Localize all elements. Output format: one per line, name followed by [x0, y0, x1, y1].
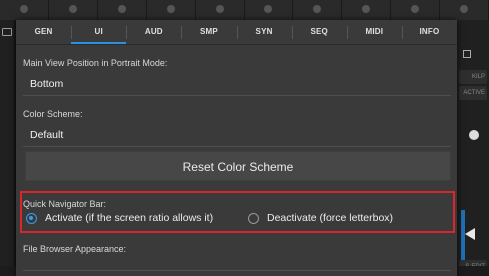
toolbar-cell [49, 0, 98, 20]
toolbar-cell [440, 0, 489, 20]
folder-icon [2, 28, 12, 36]
toolbar-cell [293, 0, 343, 20]
tab-syn[interactable]: SYN [236, 20, 292, 44]
color-scheme-label: Color Scheme: [23, 109, 83, 119]
background-toolbar [0, 0, 489, 20]
tab-aud[interactable]: AUD [126, 20, 181, 44]
reset-color-scheme-button[interactable]: Reset Color Scheme [25, 151, 451, 181]
checkbox-icon [463, 50, 471, 58]
tab-seq[interactable]: SEQ [291, 20, 347, 44]
toolbar-cell [342, 0, 392, 20]
preferences-dialog: GEN UI AUD SMP SYN SEQ MIDI INFO Main Vi… [16, 20, 457, 276]
deactivate-radio-label: Deactivate (force letterbox) [267, 212, 394, 224]
toolbar-cell [391, 0, 441, 20]
kilp-button: KILP [459, 70, 487, 84]
tab-gen[interactable]: GEN [16, 20, 71, 44]
main-view-position-label: Main View Position in Portrait Mode: [23, 58, 168, 68]
tab-bar: GEN UI AUD SMP SYN SEQ MIDI INFO [16, 20, 457, 45]
background-right-panel: KILP ACTIVE S-EDIT [457, 20, 489, 276]
main-view-position-select[interactable]: Bottom [23, 78, 451, 96]
quick-navigator-radio-group: Activate (if the screen ratio allows it)… [26, 212, 446, 228]
active-button: ACTIVE [459, 86, 487, 100]
toolbar-cell [147, 0, 196, 20]
slider-thumb-icon [465, 228, 475, 240]
tab-smp[interactable]: SMP [181, 20, 236, 44]
radio-unchecked-icon [248, 212, 259, 224]
radio-checked-icon [26, 212, 37, 224]
toolbar-cell [245, 0, 294, 20]
knob-icon [469, 130, 479, 140]
toolbar-cell [98, 0, 147, 20]
activate-radio[interactable]: Activate (if the screen ratio allows it) [26, 212, 213, 224]
toolbar-cell [196, 0, 245, 20]
background-left-panel [0, 20, 14, 276]
tab-ui[interactable]: UI [71, 20, 127, 44]
toolbar-cell [0, 0, 49, 20]
file-browser-appearance-label: File Browser Appearance: [23, 244, 127, 254]
quick-navigator-label: Quick Navigator Bar: [23, 199, 107, 209]
tab-info[interactable]: INFO [401, 20, 457, 44]
color-scheme-select[interactable]: Default [23, 129, 451, 147]
deactivate-radio[interactable]: Deactivate (force letterbox) [248, 212, 393, 224]
tab-midi[interactable]: MIDI [346, 20, 402, 44]
divider [23, 270, 451, 271]
activate-radio-label: Activate (if the screen ratio allows it) [45, 212, 214, 224]
